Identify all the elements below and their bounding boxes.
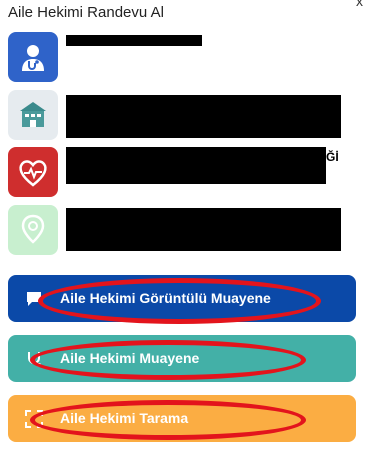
list-item-heart[interactable]: Ğİ xyxy=(8,147,348,197)
examination-button[interactable]: Aile Hekimi Muayene xyxy=(8,335,356,382)
redacted-text xyxy=(66,147,326,184)
button-label: Aile Hekimi Tarama xyxy=(60,410,189,426)
video-consultation-button[interactable]: Aile Hekimi Görüntülü Muayene xyxy=(8,275,356,322)
redacted-text xyxy=(66,208,341,251)
heart-pulse-icon xyxy=(8,147,58,197)
screening-button[interactable]: Aile Hekimi Tarama xyxy=(8,395,356,442)
redacted-text xyxy=(66,95,341,138)
button-label: Aile Hekimi Görüntülü Muayene xyxy=(60,290,271,306)
doctor-icon xyxy=(8,32,58,82)
page-title: Aile Hekimi Randevu Al xyxy=(8,4,164,21)
list-item-doctor[interactable] xyxy=(8,32,348,82)
visible-text-fragment: Ğİ xyxy=(326,150,339,164)
redacted-text xyxy=(66,35,202,46)
list-item-hospital[interactable] xyxy=(8,90,348,140)
list-item-location[interactable] xyxy=(8,205,348,255)
video-chat-icon xyxy=(24,289,44,312)
hospital-icon xyxy=(8,90,58,140)
location-pin-icon xyxy=(8,205,58,255)
close-icon[interactable]: x xyxy=(356,0,363,9)
button-label: Aile Hekimi Muayene xyxy=(60,350,200,366)
scan-icon xyxy=(24,409,44,432)
stethoscope-icon xyxy=(24,349,44,372)
